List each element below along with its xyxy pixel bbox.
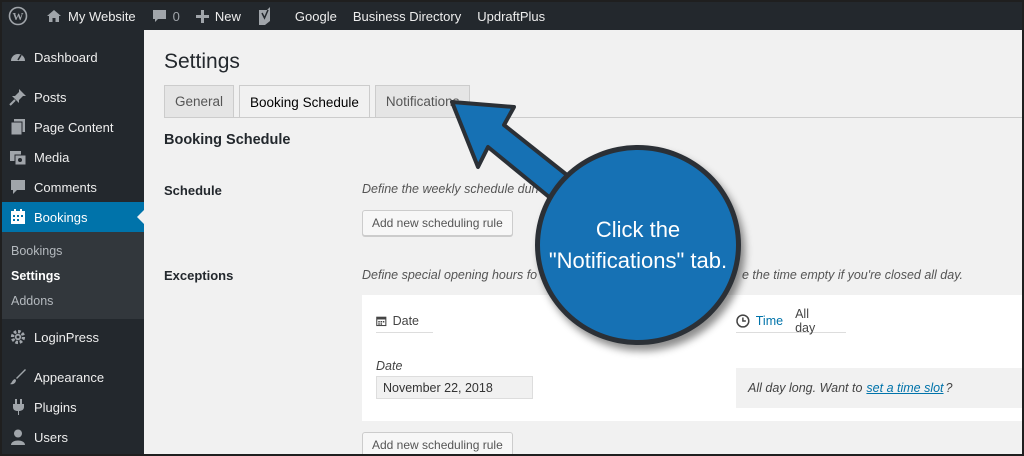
date-input[interactable]: November 22, 2018 [376,376,533,399]
sidebar-item-label: Page Content [34,119,114,135]
date-column-header: Date [376,309,433,333]
time-column-header: Time All day [736,306,846,335]
sidebar-item-label: Appearance [34,369,105,385]
bookings-submenu: Bookings Settings Addons [2,232,144,319]
add-scheduling-rule-button[interactable]: Add new scheduling rule [362,210,513,236]
set-time-slot-link[interactable]: set a time slot [866,381,943,395]
adminbar-link-business-directory[interactable]: Business Directory [345,2,469,30]
calendar-small-icon [376,316,387,326]
submenu-item-bookings[interactable]: Bookings [2,238,144,263]
media-icon [8,147,28,167]
add-exception-rule-button[interactable]: Add new scheduling rule [362,432,513,454]
all-day-notice: All day long. Want to set a time slot ? [736,368,1022,408]
pin-icon [8,87,28,107]
yoast-icon [258,7,270,25]
site-name-link[interactable]: My Website [38,2,144,30]
submenu-item-addons[interactable]: Addons [2,288,144,313]
sidebar-item-label: LoginPress [34,329,100,345]
site-name: My Website [68,8,136,24]
sidebar-item-label: Plugins [34,399,77,415]
wordpress-icon: W [8,6,28,26]
page-title: Settings [164,50,240,73]
comments-link[interactable]: 0 [144,2,188,30]
submenu-item-settings[interactable]: Settings [2,263,144,288]
plus-icon [195,9,209,23]
section-title: Booking Schedule [164,132,291,148]
screenshot-frame: W My Website 0 New Google Business Direc… [2,2,1022,454]
new-label: New [214,8,241,24]
sidebar-item-label: Posts [34,89,67,105]
new-content-button[interactable]: New [188,2,249,30]
settings-tabs: General Booking Schedule Notifications [164,85,475,118]
adminbar-link-google[interactable]: Google [281,2,345,30]
date-header-label: Date [392,313,419,328]
tab-booking-schedule[interactable]: Booking Schedule [239,85,370,118]
dashboard-icon [8,47,28,67]
exceptions-label: Exceptions [164,268,234,283]
exceptions-description: Define special opening hours fo [362,268,538,282]
callout-bubble: Click the "Notifications" tab. [535,145,741,345]
admin-sidebar: Dashboard Posts Page Content Media Comme… [2,30,145,454]
gear-icon [8,327,28,347]
comment-bubble-icon [152,9,166,22]
svg-text:W: W [13,11,24,23]
clock-icon [736,313,750,328]
user-icon [8,427,28,447]
calendar-icon [8,207,28,227]
brush-icon [8,367,28,387]
comment-icon [8,177,28,197]
sidebar-item-loginpress[interactable]: LoginPress [2,322,144,352]
schedule-label: Schedule [164,183,222,198]
sidebar-item-label: Dashboard [34,49,98,65]
callout-line-1: Click the [595,217,681,242]
sidebar-item-page-content[interactable]: Page Content [2,112,144,142]
all-day-suffix: ? [945,381,953,395]
sidebar-item-users[interactable]: Users [2,422,144,452]
yoast-seo-button[interactable] [249,2,281,30]
sidebar-item-label: Bookings [34,209,88,225]
date-field-label: Date [376,359,403,373]
home-icon [47,10,61,22]
time-header-value: All day [795,306,816,335]
all-day-text: All day long. Want to [748,381,863,395]
sidebar-item-comments[interactable]: Comments [2,172,144,202]
sidebar-item-plugins[interactable]: Plugins [2,392,144,422]
sidebar-item-bookings[interactable]: Bookings [2,202,145,232]
wordpress-logo-button[interactable]: W [2,2,38,30]
sidebar-item-appearance[interactable]: Appearance [2,362,144,392]
sidebar-item-posts[interactable]: Posts [2,82,144,112]
sidebar-item-label: Comments [34,179,97,195]
sidebar-item-media[interactable]: Media [2,142,144,172]
tab-divider [164,117,1022,118]
plug-icon [8,397,28,417]
exceptions-description-continued: e the time empty if you're closed all da… [742,268,964,282]
tab-general[interactable]: General [164,85,235,117]
sidebar-item-dashboard[interactable]: Dashboard [2,42,144,72]
callout-line-2: "Notifications" tab. [548,248,728,273]
pages-icon [8,117,28,137]
admin-bar: W My Website 0 New Google Business Direc… [2,2,1022,30]
sidebar-item-label: Media [34,149,70,165]
adminbar-link-updraftplus[interactable]: UpdraftPlus [469,2,553,30]
sidebar-item-label: Users [34,429,68,445]
time-header-link[interactable]: Time [756,314,783,328]
comments-count: 0 [172,8,180,24]
